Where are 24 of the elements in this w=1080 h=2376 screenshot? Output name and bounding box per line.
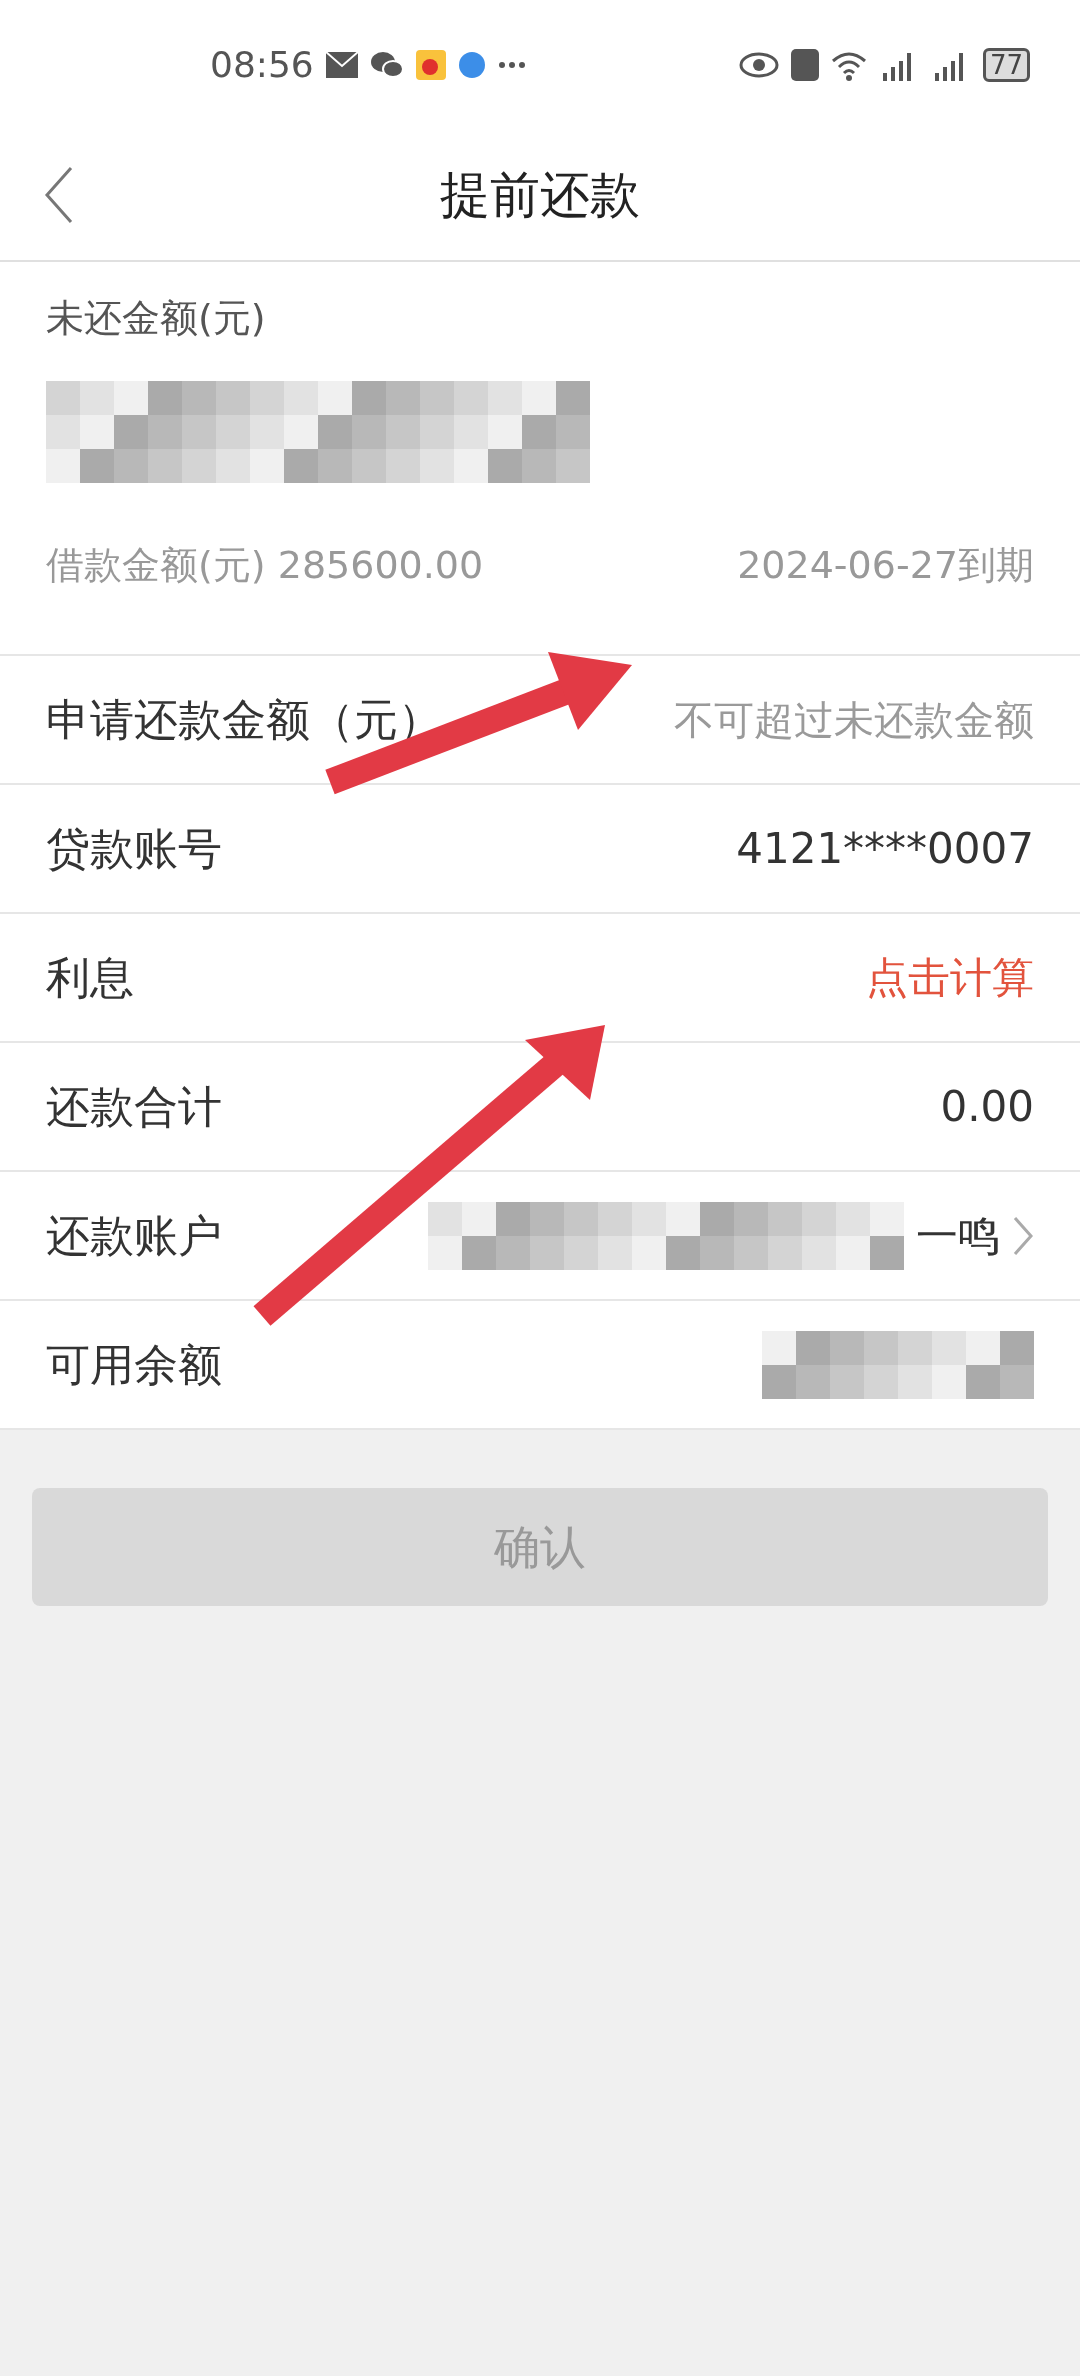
- mail-icon: [325, 52, 358, 78]
- amount-input-field[interactable]: 不可超过未还款金额: [634, 689, 1034, 750]
- globe-icon: [457, 51, 486, 79]
- account-name: 一鸣: [916, 1210, 1000, 1262]
- status-time: 08:56: [210, 43, 314, 87]
- page-title: 提前还款: [440, 164, 640, 226]
- battery-indicator: 77: [982, 48, 1030, 82]
- outstanding-label: 未还金额(元): [46, 295, 267, 342]
- calculate-link[interactable]: 点击计算: [866, 946, 1034, 1009]
- eye-icon: [738, 52, 779, 78]
- row-label: 可用余额: [46, 1337, 222, 1392]
- chevron-right-icon[interactable]: [1012, 1214, 1034, 1257]
- row-label: 贷款账号: [46, 821, 222, 876]
- row-label: 利息: [46, 950, 134, 1005]
- loan-amount-text: 借款金额(元) 285600.00: [46, 542, 484, 589]
- back-icon[interactable]: [44, 166, 74, 224]
- due-date: 2024-06-27到期: [737, 542, 1034, 589]
- row-label: 还款合计: [46, 1079, 222, 1134]
- row-label: 还款账户: [46, 1208, 222, 1263]
- row-value: 0.00: [940, 1081, 1034, 1133]
- wifi-icon: [830, 49, 867, 81]
- app-icon: [415, 50, 446, 80]
- row-value: 4121****0007: [736, 823, 1034, 875]
- more-dots-icon: [497, 61, 526, 69]
